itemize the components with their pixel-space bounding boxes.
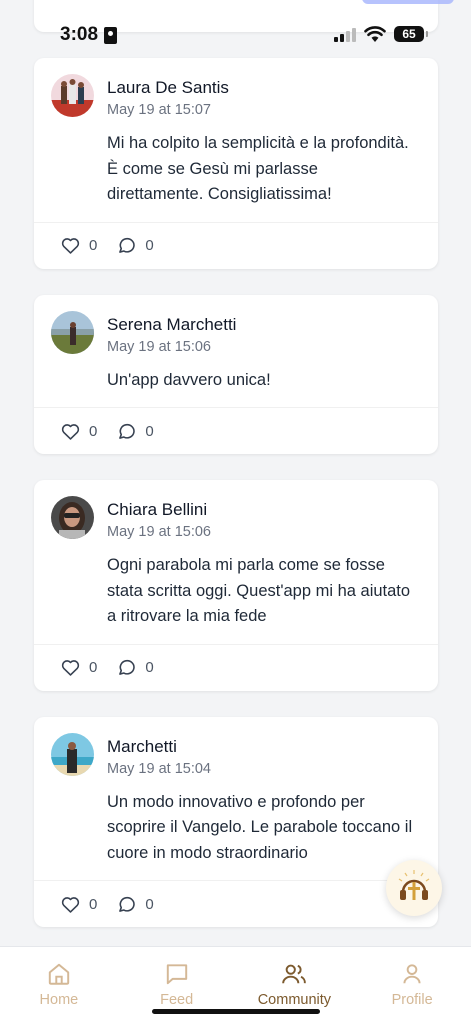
tab-community-label: Community (257, 992, 332, 1008)
comment-count: 0 (145, 659, 154, 676)
battery-indicator: 65 (394, 26, 428, 42)
post-actions: 0 0 (34, 221, 438, 269)
heart-icon (61, 896, 80, 913)
post-date: May 19 at 15:07 (107, 102, 211, 118)
cellular-signal-icon (334, 28, 358, 42)
status-time: 3:08 (60, 24, 99, 45)
heart-icon (61, 238, 80, 254)
home-icon (48, 963, 70, 985)
comment-button[interactable]: 0 (116, 894, 154, 915)
like-button[interactable]: 0 (60, 894, 97, 915)
users-icon (282, 964, 307, 984)
like-count: 0 (89, 659, 98, 676)
comment-icon (119, 896, 136, 912)
comment-count: 0 (145, 237, 154, 254)
post-date: May 19 at 15:06 (107, 524, 211, 540)
tab-home[interactable]: Home (0, 947, 118, 1024)
post-button[interactable] (362, 0, 454, 4)
comment-count: 0 (145, 422, 154, 440)
comment-button[interactable]: 0 (116, 421, 154, 442)
comment-button[interactable]: 0 (116, 235, 154, 256)
headset-cross-icon (398, 870, 430, 900)
post-author[interactable]: Chiara Bellini (107, 500, 418, 520)
avatar[interactable] (51, 732, 94, 776)
post-author[interactable]: Laura De Santis (107, 78, 418, 98)
post-text: Un modo innovativo e profondo per scopri… (107, 792, 413, 862)
like-count: 0 (89, 422, 98, 440)
post-card: Serena Marchetti May 19 at 15:06 Un'app … (34, 294, 438, 454)
tab-home-label: Home (39, 992, 79, 1008)
post-card: Marchetti May 19 at 15:04 Un modo innova… (34, 716, 438, 927)
like-button[interactable]: 0 (60, 235, 97, 256)
like-count: 0 (89, 237, 98, 254)
assistant-button[interactable] (386, 860, 442, 916)
post-text: Un'app davvero unica! (107, 370, 271, 389)
wifi-icon (364, 26, 386, 42)
tab-profile[interactable]: Profile (353, 947, 471, 1024)
home-indicator (152, 1009, 320, 1014)
comment-icon (119, 423, 136, 439)
heart-icon (61, 660, 80, 676)
avatar[interactable] (51, 496, 94, 539)
post-author[interactable]: Marchetti (107, 737, 418, 757)
like-button[interactable]: 0 (60, 657, 97, 678)
post-text: Mi ha colpito la semplicità e la profond… (107, 134, 409, 203)
like-count: 0 (89, 895, 98, 913)
heart-icon (61, 423, 80, 440)
like-button[interactable]: 0 (60, 421, 97, 442)
post-text: Ogni parabola mi parla come se fosse sta… (107, 556, 411, 625)
id-card-icon (104, 27, 117, 44)
avatar[interactable] (51, 310, 94, 354)
comment-icon (119, 237, 136, 253)
tab-feed-label: Feed (160, 992, 194, 1008)
status-bar: 3:08 65 (0, 0, 471, 58)
avatar[interactable] (51, 74, 94, 117)
comment-count: 0 (145, 895, 154, 913)
post-card: Chiara Bellini May 19 at 15:06 Ogni para… (34, 480, 438, 691)
post-actions: 0 0 (34, 643, 438, 691)
chat-icon (166, 964, 187, 985)
post-date: May 19 at 15:06 (107, 338, 211, 355)
post-card: Laura De Santis May 19 at 15:07 Mi ha co… (34, 58, 438, 269)
comment-button[interactable]: 0 (116, 657, 154, 678)
post-actions: 0 0 (34, 880, 438, 927)
comment-icon (119, 659, 136, 675)
post-date: May 19 at 15:04 (107, 760, 211, 777)
tab-profile-label: Profile (391, 992, 433, 1008)
post-actions: 0 0 (34, 407, 438, 454)
post-author[interactable]: Serena Marchetti (107, 315, 418, 335)
user-icon (403, 964, 421, 984)
community-feed: Laura De Santis May 19 at 15:07 Mi ha co… (34, 58, 438, 953)
